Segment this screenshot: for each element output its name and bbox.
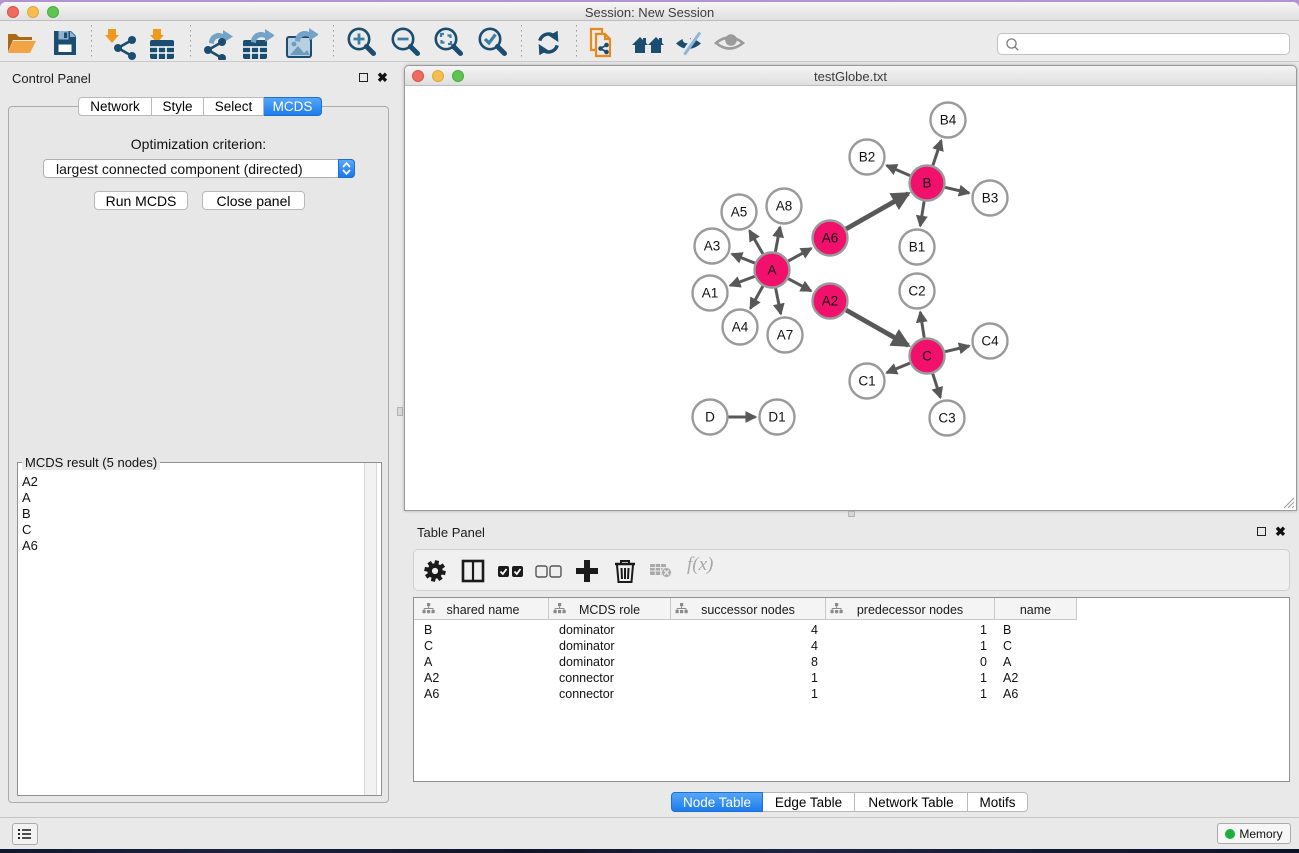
- svg-text:D: D: [705, 410, 715, 425]
- svg-text:C1: C1: [858, 374, 875, 389]
- svg-text:B: B: [922, 176, 931, 191]
- svg-text:C4: C4: [981, 334, 999, 349]
- svg-text:C2: C2: [908, 284, 925, 299]
- svg-text:A4: A4: [732, 320, 749, 335]
- svg-text:A1: A1: [702, 286, 719, 301]
- svg-text:C: C: [922, 349, 932, 364]
- svg-text:A5: A5: [731, 205, 748, 220]
- svg-text:B1: B1: [909, 240, 926, 255]
- svg-text:A8: A8: [776, 199, 793, 214]
- svg-text:A2: A2: [822, 294, 839, 309]
- svg-text:C3: C3: [938, 411, 955, 426]
- svg-text:A7: A7: [777, 328, 794, 343]
- svg-text:B4: B4: [940, 113, 957, 128]
- svg-text:B3: B3: [982, 191, 999, 206]
- svg-text:A3: A3: [704, 239, 721, 254]
- svg-text:B2: B2: [859, 150, 876, 165]
- svg-text:A6: A6: [822, 231, 839, 246]
- svg-text:A: A: [767, 263, 776, 278]
- svg-text:D1: D1: [768, 410, 785, 425]
